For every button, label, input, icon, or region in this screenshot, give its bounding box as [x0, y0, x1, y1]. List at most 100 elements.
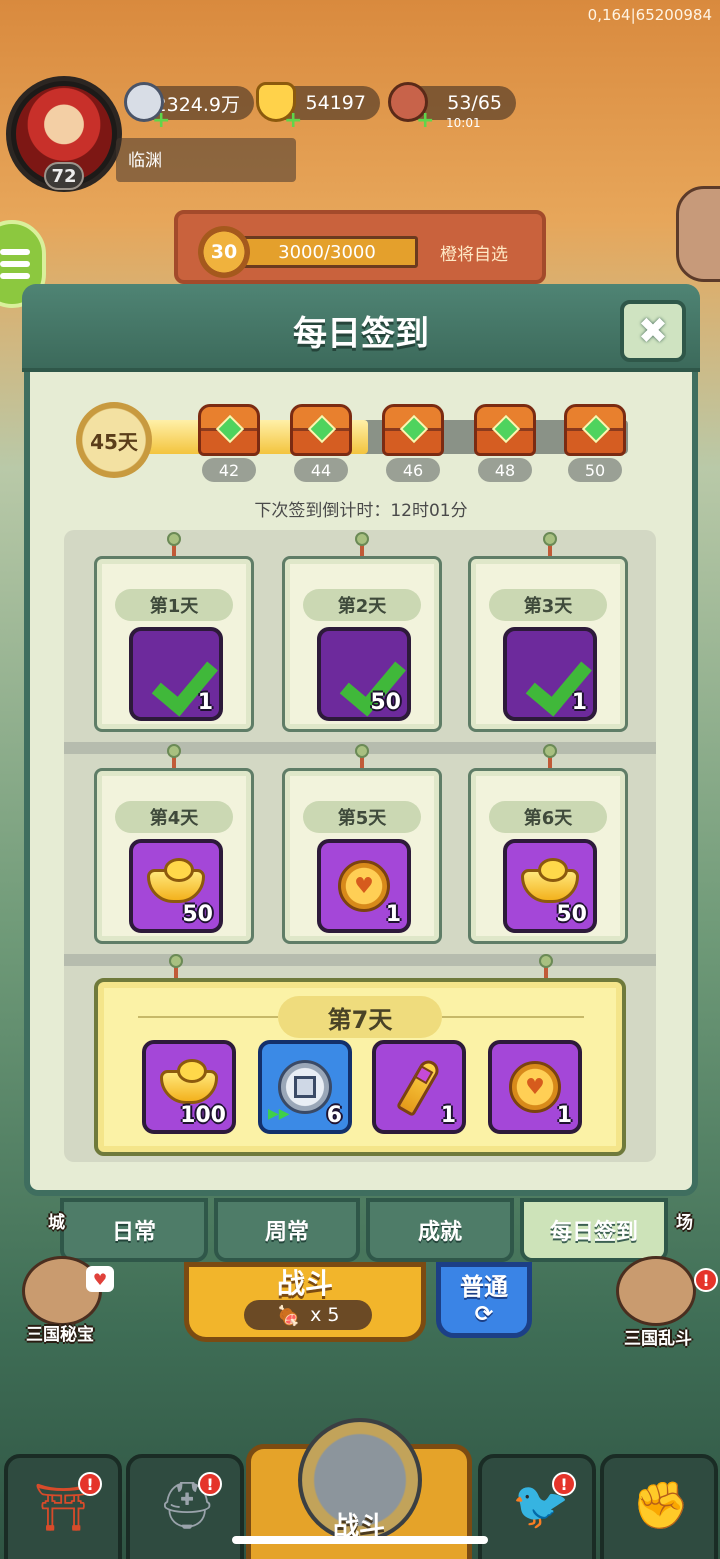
gold-ingot-icon: [147, 858, 205, 903]
fast-forward-icon: ▶▶: [268, 1106, 290, 1122]
reward-qty: 1: [556, 1103, 572, 1128]
gold-amount: 54197: [305, 92, 366, 114]
day-card-6[interactable]: 第6天 50: [468, 768, 628, 944]
right-edge-label: 场: [676, 1213, 693, 1233]
claimed-check-icon: [147, 652, 205, 696]
milestone-chest[interactable]: [198, 404, 260, 456]
day-card-1[interactable]: 第1天 1: [94, 556, 254, 732]
tab-daily-signin[interactable]: 每日签到: [520, 1198, 668, 1262]
day7-ornament-line: [442, 1016, 584, 1018]
home-indicator[interactable]: [232, 1536, 488, 1544]
day-label: 第6天: [489, 801, 607, 833]
fist-upgrade-icon: ✊: [632, 1478, 690, 1532]
gold-ingot-icon: [160, 1059, 218, 1104]
meat-icon: 🍖: [276, 1304, 301, 1327]
quest-progress: 3000/3000: [236, 236, 418, 268]
day7-ornament-line: [138, 1016, 278, 1018]
add-stamina-icon[interactable]: +: [416, 110, 434, 132]
card-hook-knob: [355, 532, 369, 546]
stamina-amount: 53/65: [447, 92, 502, 114]
days-signed-badge: 45天: [76, 402, 152, 478]
chest-gem-icon: [581, 414, 611, 444]
day-label: 第4天: [115, 801, 233, 833]
add-gold-icon[interactable]: +: [284, 110, 302, 132]
battle-label: 战斗: [276, 1267, 333, 1300]
refresh-icon: ⟳: [474, 1302, 494, 1327]
alert-badge: !: [694, 1268, 718, 1292]
reward-qty: 50: [182, 902, 213, 927]
reward-item[interactable]: ♥ 1: [488, 1040, 582, 1134]
tab-daily[interactable]: 日常: [60, 1198, 208, 1262]
alert-badge: !: [198, 1472, 222, 1496]
day-label: 第5天: [303, 801, 421, 833]
claimed-check-icon: [521, 652, 579, 696]
milestone-label: 46: [386, 458, 440, 482]
next-signin-countdown: 下次签到倒计时：12时01分: [254, 501, 468, 521]
day-card-2[interactable]: 第2天 50: [282, 556, 442, 732]
nav-upgrade[interactable]: ✊: [600, 1454, 718, 1559]
battle-cost: 🍖 x 5: [244, 1300, 372, 1330]
nav-gate[interactable]: ⛩: [4, 1454, 122, 1559]
day-card-4[interactable]: 第4天 50: [94, 768, 254, 944]
day-card-3[interactable]: 第3天 1: [468, 556, 628, 732]
reward-item[interactable]: 1: [372, 1040, 466, 1134]
heart-coin-icon: ♥: [338, 860, 390, 912]
player-level-badge: 72: [44, 162, 84, 190]
heart-coin-icon: ♥: [509, 1061, 561, 1113]
battle-cost-value: x 5: [310, 1304, 340, 1326]
quest-rank-badge: 30: [198, 226, 250, 278]
nav-heroes[interactable]: 🐦: [478, 1454, 596, 1559]
chest-gem-icon: [307, 414, 337, 444]
reward-item[interactable]: 1: [503, 627, 597, 721]
milestone-chest[interactable]: [382, 404, 444, 456]
milestone-chest[interactable]: [474, 404, 536, 456]
milestone-chest[interactable]: [290, 404, 352, 456]
add-silver-icon[interactable]: +: [152, 110, 170, 132]
player-name: 临渊: [116, 138, 296, 182]
reward-qty: 50: [370, 690, 401, 715]
tab-achievements[interactable]: 成就: [366, 1198, 514, 1262]
normal-mode-label: 普通: [460, 1273, 508, 1301]
left-edge-label: 城: [48, 1213, 65, 1233]
reward-item[interactable]: 50: [317, 627, 411, 721]
milestone-label: 50: [568, 458, 622, 482]
milestone-label: 44: [294, 458, 348, 482]
menu-icon-bar: [0, 261, 30, 267]
card-hook-knob: [167, 532, 181, 546]
treasure-label: 三国秘宝: [26, 1325, 94, 1345]
card-hook-knob: [539, 954, 553, 968]
quest-action-label[interactable]: 橙将自选: [440, 240, 508, 265]
reward-item[interactable]: ▶▶ 6: [258, 1040, 352, 1134]
side-hero-portrait[interactable]: [676, 186, 720, 282]
close-button[interactable]: ✖: [620, 300, 686, 362]
tab-weekly[interactable]: 周常: [214, 1198, 360, 1262]
silver-resource[interactable]: + 2324.9万: [124, 82, 254, 132]
reward-qty: 50: [556, 902, 587, 927]
reward-item[interactable]: 50: [503, 839, 597, 933]
day-label: 第1天: [115, 589, 233, 621]
day-card-5[interactable]: 第5天 ♥ 1: [282, 768, 442, 944]
nav-equipment[interactable]: ⛑: [126, 1454, 244, 1559]
reward-item[interactable]: 50: [129, 839, 223, 933]
chest-gem-icon: [215, 414, 245, 444]
day-label: 第7天: [278, 996, 442, 1038]
reward-item[interactable]: 100: [142, 1040, 236, 1134]
menu-icon-bar: [0, 249, 30, 255]
key-icon: [395, 1056, 443, 1118]
milestone-chest[interactable]: [564, 404, 626, 456]
close-icon: ✖: [637, 310, 669, 352]
melee-label: 三国乱斗: [624, 1329, 692, 1349]
stamina-resource[interactable]: + 53/65 10:01: [388, 82, 516, 132]
day-label: 第3天: [489, 589, 607, 621]
card-hook-knob: [543, 532, 557, 546]
milestone-label: 42: [202, 458, 256, 482]
reward-qty: 1: [571, 690, 587, 715]
reward-qty: 1: [385, 902, 401, 927]
gold-resource[interactable]: + 54197: [256, 82, 380, 132]
melee-mode-icon[interactable]: [616, 1256, 696, 1326]
reward-item[interactable]: 1: [129, 627, 223, 721]
chest-gem-icon: [399, 414, 429, 444]
card-hook-knob: [169, 954, 183, 968]
normal-mode-button[interactable]: 普通 ⟳: [436, 1262, 532, 1338]
reward-item[interactable]: ♥ 1: [317, 839, 411, 933]
